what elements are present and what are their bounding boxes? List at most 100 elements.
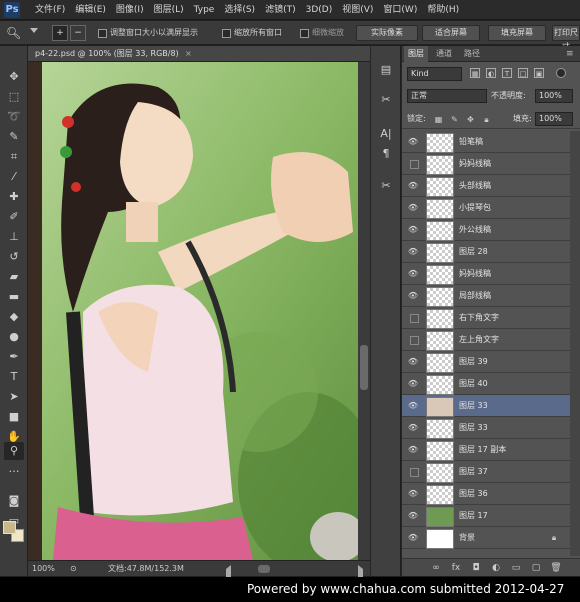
visibility-toggle-empty[interactable]	[410, 160, 419, 169]
layer-row[interactable]: 👁︎ 图层 33	[402, 417, 570, 439]
type-tool-icon[interactable]: T	[4, 368, 24, 386]
opacity-input[interactable]: 100%	[535, 89, 573, 103]
filter-pixel-icon[interactable]: ▦	[470, 68, 480, 78]
visibility-toggle-empty[interactable]	[410, 468, 419, 477]
visibility-eye-icon[interactable]: 👁︎	[407, 400, 419, 411]
crop-tool-icon[interactable]: ⌗	[4, 148, 24, 166]
zoom-all-checkbox[interactable]	[222, 29, 231, 38]
filter-shape-icon[interactable]: □	[518, 68, 528, 78]
marquee-tool-icon[interactable]: ⬚	[4, 88, 24, 106]
visibility-eye-icon[interactable]: 👁︎	[407, 356, 419, 367]
brush-tool-icon[interactable]: ✐	[4, 208, 24, 226]
layer-row[interactable]: 👁︎ 妈妈线稿	[402, 263, 570, 285]
delete-layer-icon[interactable]: 🗑︎	[550, 562, 562, 574]
layer-row[interactable]: 👁︎ 图层 40	[402, 373, 570, 395]
filter-adjustment-icon[interactable]: ◐	[486, 68, 496, 78]
layer-row[interactable]: 👁︎ 图层 39	[402, 351, 570, 373]
lasso-tool-icon[interactable]: ➰	[4, 108, 24, 126]
blur-tool-icon[interactable]: ◆	[4, 308, 24, 326]
actual-pixels-button[interactable]: 实际像素	[356, 25, 418, 41]
visibility-eye-icon[interactable]: 👁︎	[407, 532, 419, 543]
character-panel-icon[interactable]: A|	[378, 126, 394, 142]
blend-mode-select[interactable]: 正常	[407, 89, 487, 103]
rectangle-tool-icon[interactable]: ■	[4, 408, 24, 426]
menu-item[interactable]: Type	[189, 0, 220, 20]
fit-screen-button[interactable]: 适合屏幕	[422, 25, 480, 41]
print-size-button[interactable]: 打印尺寸	[552, 25, 580, 51]
vertical-scroll-thumb[interactable]	[360, 345, 368, 390]
new-layer-icon[interactable]: ▢	[530, 562, 542, 574]
lock-transparent-icon[interactable]: ▦	[434, 115, 443, 124]
zoom-tool-icon[interactable]: 🔍︎	[6, 25, 26, 41]
screen-mode-icon[interactable]: ▭	[4, 512, 24, 530]
lock-all-icon[interactable]: 🔒︎	[482, 115, 491, 124]
close-tab-icon[interactable]: ×	[178, 46, 192, 62]
visibility-eye-icon[interactable]: 👁︎	[407, 488, 419, 499]
visibility-eye-icon[interactable]: 👁︎	[407, 422, 419, 433]
quick-selection-tool-icon[interactable]: ✎	[4, 128, 24, 146]
path-selection-tool-icon[interactable]: ➤	[4, 388, 24, 406]
menu-item[interactable]: 帮助(H)	[422, 0, 464, 20]
layer-row[interactable]: 👁︎ 图层 28	[402, 241, 570, 263]
eraser-tool-icon[interactable]: ▰	[4, 268, 24, 286]
layer-row[interactable]: 图层 37	[402, 461, 570, 483]
menu-item[interactable]: 图层(L)	[149, 0, 189, 20]
layers-scrollbar[interactable]	[570, 131, 580, 556]
document-canvas[interactable]	[28, 62, 358, 560]
dodge-tool-icon[interactable]: ●	[4, 328, 24, 346]
link-layers-icon[interactable]: ∞	[430, 562, 442, 574]
visibility-eye-icon[interactable]: 👁︎	[407, 202, 419, 213]
brush-presets-icon[interactable]: ✂	[378, 92, 394, 108]
menu-item[interactable]: 窗口(W)	[378, 0, 422, 20]
clone-stamp-tool-icon[interactable]: ⊥	[4, 228, 24, 246]
layer-style-icon[interactable]: fx	[450, 562, 462, 574]
filter-toggle-icon[interactable]	[556, 68, 566, 78]
layer-row[interactable]: 👁︎ 局部线稿	[402, 285, 570, 307]
visibility-eye-icon[interactable]: 👁︎	[407, 224, 419, 235]
quick-mask-icon[interactable]: ◙	[4, 492, 24, 510]
menu-item[interactable]: 文件(F)	[30, 0, 70, 20]
new-group-icon[interactable]: ▭	[510, 562, 522, 574]
layer-row[interactable]: 左上角文字	[402, 329, 570, 351]
resize-windows-checkbox[interactable]	[98, 29, 107, 38]
tab-paths[interactable]: 路径	[460, 46, 484, 62]
layer-row[interactable]: 妈妈线稿	[402, 153, 570, 175]
panel-menu-icon[interactable]: ≡	[566, 46, 574, 62]
layer-row[interactable]: 👁︎ 图层 17 副本	[402, 439, 570, 461]
visibility-eye-icon[interactable]: 👁︎	[407, 180, 419, 191]
zoom-tool-active-icon[interactable]: ⚲	[4, 442, 24, 460]
zoom-in-icon[interactable]: +	[52, 25, 68, 41]
history-panel-icon[interactable]: ▤	[378, 62, 394, 78]
lock-image-icon[interactable]: ✎	[450, 115, 459, 124]
visibility-toggle-empty[interactable]	[410, 336, 419, 345]
add-mask-icon[interactable]: ◘	[470, 562, 482, 574]
layer-row[interactable]: 👁︎ 背景 🔒︎	[402, 527, 570, 549]
visibility-eye-icon[interactable]: 👁︎	[407, 510, 419, 521]
pen-tool-icon[interactable]: ✒	[4, 348, 24, 366]
healing-brush-tool-icon[interactable]: ✚	[4, 188, 24, 206]
filter-smart-object-icon[interactable]: ▣	[534, 68, 544, 78]
tab-layers[interactable]: 图层	[404, 46, 428, 62]
filter-type-icon[interactable]: T	[502, 68, 512, 78]
layer-row[interactable]: 👁︎ 图层 33	[402, 395, 570, 417]
visibility-eye-icon[interactable]: 👁︎	[407, 378, 419, 389]
eyedropper-tool-icon[interactable]: ⁄	[4, 168, 24, 186]
menu-item[interactable]: 选择(S)	[219, 0, 260, 20]
layer-row[interactable]: 👁︎ 图层 17	[402, 505, 570, 527]
canvas-vertical-scrollbar[interactable]	[358, 62, 370, 560]
document-tab[interactable]: p4-22.psd @ 100% (图层 33, RGB/8) ×	[28, 46, 370, 62]
menu-item[interactable]: 编辑(E)	[70, 0, 111, 20]
tab-channels[interactable]: 通道	[432, 46, 456, 62]
visibility-eye-icon[interactable]: 👁︎	[407, 136, 419, 147]
horizontal-scroll-thumb[interactable]	[258, 565, 270, 573]
tool-preset-chevron-icon[interactable]	[30, 28, 38, 36]
menu-item[interactable]: 滤镜(T)	[260, 0, 301, 20]
visibility-toggle-empty[interactable]	[410, 314, 419, 323]
visibility-eye-icon[interactable]: 👁︎	[407, 444, 419, 455]
paragraph-panel-icon[interactable]: ¶	[378, 146, 394, 162]
move-tool-icon[interactable]: ✥	[4, 68, 24, 86]
menu-item[interactable]: 3D(D)	[301, 0, 338, 20]
filter-kind-select[interactable]: Kind	[407, 67, 462, 81]
visibility-eye-icon[interactable]: 👁︎	[407, 246, 419, 257]
menu-item[interactable]: 视图(V)	[337, 0, 378, 20]
